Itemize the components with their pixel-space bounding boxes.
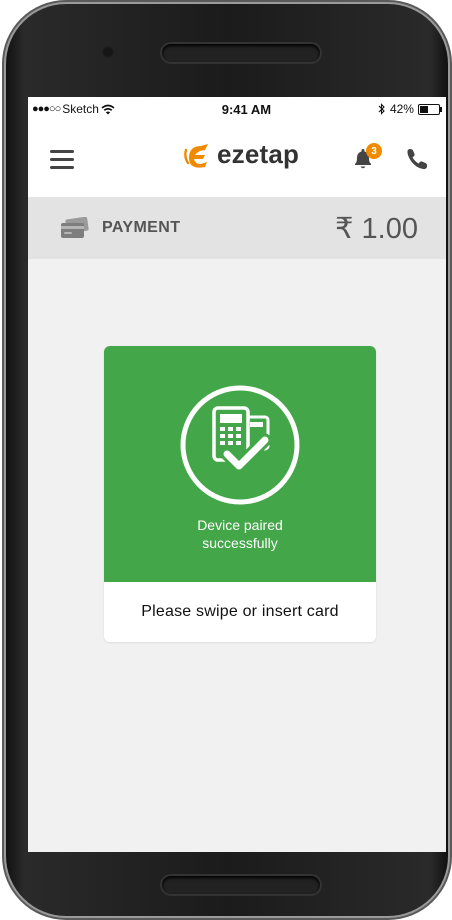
payment-label: PAYMENT	[102, 219, 181, 236]
app-actions: 3	[350, 143, 430, 172]
carrier-group: ●●●○○ Sketch	[32, 102, 115, 116]
payment-amount: ₹ 1.00	[335, 212, 418, 245]
phone-frame: ●●●○○ Sketch 9:41 AM 42% ezetap 3 PAYMEN…	[6, 4, 448, 916]
status-card-header: Device paired successfully	[104, 346, 376, 582]
menu-icon[interactable]	[50, 149, 74, 169]
status-right: 42%	[378, 102, 442, 116]
wifi-icon	[101, 104, 115, 114]
device-paired-message: Device paired successfully	[104, 516, 376, 552]
paired-text: Device paired successfully	[197, 517, 283, 551]
payment-bar: PAYMENT ₹ 1.00	[28, 197, 446, 259]
status-bar: ●●●○○ Sketch 9:41 AM 42%	[28, 97, 446, 121]
payment-title: PAYMENT	[60, 217, 180, 239]
notification-badge: 3	[366, 143, 382, 159]
phone-call-icon[interactable]	[404, 146, 430, 172]
front-camera	[102, 46, 114, 58]
notifications-button[interactable]: 3	[350, 143, 382, 172]
swipe-instruction: Please swipe or insert card	[141, 603, 339, 620]
earpiece-speaker	[162, 44, 320, 62]
ezetap-logo-icon	[184, 143, 208, 168]
ezetap-logo: ezetap	[183, 139, 299, 170]
device-paired-icon	[180, 385, 300, 505]
credit-card-icon	[61, 217, 89, 238]
clock: 9:41 AM	[221, 101, 272, 117]
bluetooth-icon	[378, 103, 385, 115]
logo-text: ezetap	[217, 139, 300, 169]
screen: ●●●○○ Sketch 9:41 AM 42% ezetap 3 PAYMEN…	[28, 97, 446, 852]
signal-dots-icon: ●●●○○	[32, 103, 61, 115]
status-card: Device paired successfully Please swipe …	[104, 346, 376, 642]
carrier-name: Sketch	[62, 102, 99, 116]
battery-icon	[417, 103, 442, 115]
app-bar: ezetap 3	[28, 121, 446, 197]
bottom-speaker	[162, 876, 320, 894]
battery-percent: 42%	[389, 102, 414, 116]
